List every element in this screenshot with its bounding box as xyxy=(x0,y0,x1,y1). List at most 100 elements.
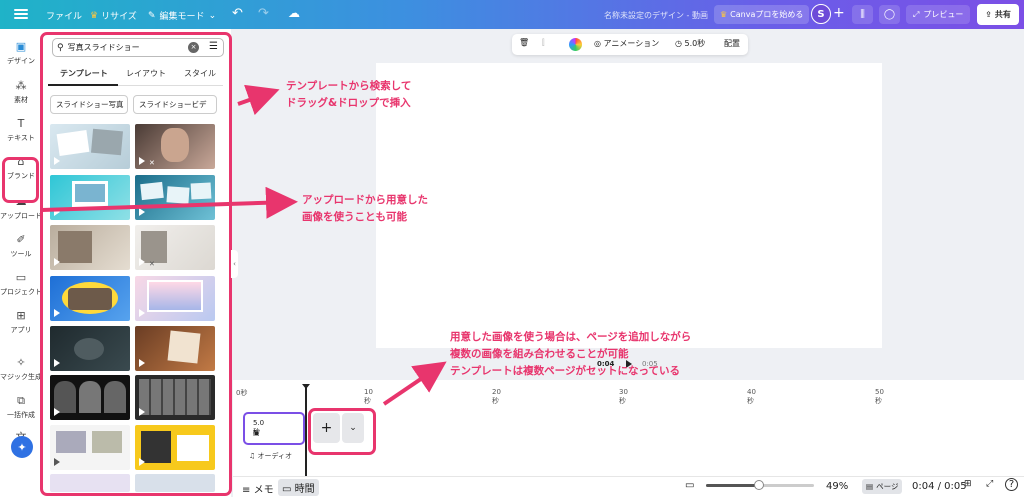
comment-icon[interactable]: ◯ xyxy=(879,5,900,24)
insights-icon[interactable]: ⫼ xyxy=(852,5,873,24)
notes-icon: ≡ xyxy=(242,485,251,496)
annotation-line: ドラッグ&ドロップで挿入 xyxy=(286,97,411,109)
rail-item-apps[interactable]: ⊞ アプリ xyxy=(0,309,42,335)
notes-label: メモ xyxy=(253,485,274,496)
crown-icon: ♛ xyxy=(90,10,99,21)
share-button[interactable]: ⇪ 共有 xyxy=(977,4,1019,25)
edit-mode-button[interactable]: ✎ 編集モード ⌄ xyxy=(148,9,217,23)
rail-item-elements[interactable]: ⁂ 素材 xyxy=(0,79,42,105)
panel-highlight-box xyxy=(40,32,232,496)
annotation-add-page: 用意した画像を使う場合は、ページを追加しながら 複数の画像を組み合わせることが可… xyxy=(450,329,691,380)
apps-icon: ⊞ xyxy=(16,309,26,322)
animation-icon: ◎ xyxy=(594,39,601,48)
notes-button[interactable]: ≡ メモ xyxy=(242,481,274,496)
folder-icon: ▭ xyxy=(15,271,27,284)
design-canvas[interactable] xyxy=(376,63,882,348)
rail-item-magic-media[interactable]: ✧ マジック生成 xyxy=(0,356,42,382)
animation-label: アニメーション xyxy=(603,39,660,48)
zoom-slider-handle[interactable] xyxy=(753,480,764,490)
rail-item-label: テキスト xyxy=(7,134,35,142)
bottom-bar xyxy=(233,476,1024,497)
timer-icon: ▭ xyxy=(282,484,292,495)
upload-highlight-box xyxy=(2,157,39,203)
zoom-level: 49% xyxy=(826,481,849,492)
annotation-line: テンプレートは複数ページがセットになっている xyxy=(450,365,680,377)
document-title[interactable]: 名称未設定のデザイン - 動画 xyxy=(604,10,708,21)
add-collaborator-icon[interactable]: + xyxy=(833,5,845,21)
video-clip[interactable]: ▣ 5.0秒 xyxy=(243,412,305,445)
playhead[interactable] xyxy=(305,385,307,477)
rail-item-projects[interactable]: ▭ プロジェクト xyxy=(0,271,42,297)
split-icon[interactable]: ⫿ xyxy=(542,38,545,48)
undo-icon[interactable]: ↶ xyxy=(232,6,243,21)
file-menu-button[interactable]: ファイル xyxy=(46,9,82,22)
preview-button[interactable]: ⤢ プレビュー xyxy=(906,5,971,24)
text-icon: T xyxy=(17,117,25,130)
bulk-create-icon: ⧉ xyxy=(17,394,25,407)
annotation-line: 用意した画像を使う場合は、ページを追加しながら xyxy=(450,331,692,343)
arrow-to-panel xyxy=(237,84,280,116)
rail-item-label: 一括作成 xyxy=(7,411,35,419)
duration-label: 5.0秒 xyxy=(684,39,706,48)
expand-icon: ⤢ xyxy=(913,9,920,19)
top-toolbar: ファイル ♛ リサイズ ✎ 編集モード ⌄ ↶ ↷ ☁ 名称未設定のデザイン -… xyxy=(0,0,1024,29)
rail-item-bulk-create[interactable]: ⧉ 一括作成 xyxy=(0,394,42,420)
resize-button[interactable]: ♛ リサイズ xyxy=(90,9,137,23)
rail-item-label: プロジェクト xyxy=(0,288,42,296)
ruler-label: 0秒 xyxy=(236,389,248,397)
clip-duration-label: 5.0秒 xyxy=(253,419,265,436)
trash-icon[interactable]: 🗑 xyxy=(519,38,529,47)
duration-button[interactable]: ◷ 5.0秒 xyxy=(675,38,705,49)
share-icon: ⇪ xyxy=(985,10,992,19)
pages-icon: ▤ xyxy=(866,482,874,491)
ruler-label: 20秒 xyxy=(492,388,501,405)
elements-icon: ⁂ xyxy=(15,79,27,92)
pencil-icon: ✎ xyxy=(148,10,156,21)
rail-item-draw[interactable]: ✐ ツール xyxy=(0,233,42,259)
crown-icon: ♛ xyxy=(720,10,728,19)
add-page-highlight-box xyxy=(308,408,376,455)
annotation-line: 画像を使うことも可能 xyxy=(302,211,407,223)
ruler-label: 40秒 xyxy=(747,388,756,405)
redo-icon[interactable]: ↷ xyxy=(258,6,269,21)
pages-button[interactable]: ▤ ページ xyxy=(862,479,903,494)
sparkle-icon: ✦ xyxy=(17,440,27,454)
design-icon: ▣ xyxy=(15,40,27,53)
ruler-label: 10秒 xyxy=(364,388,373,405)
rail-item-design[interactable]: ▣ デザイン xyxy=(0,40,42,66)
clock-icon: ◷ xyxy=(675,39,682,48)
zoom-slider-fill xyxy=(706,484,759,487)
music-icon: ♫ xyxy=(249,452,256,460)
audio-track[interactable]: ♫ オーディオ xyxy=(249,451,292,461)
grid-view-icon[interactable]: ⊞ xyxy=(964,479,972,489)
draw-icon: ✐ xyxy=(16,233,26,246)
ruler-label: 50秒 xyxy=(875,388,884,405)
resize-label: リサイズ xyxy=(101,12,137,22)
chevron-down-icon: ⌄ xyxy=(208,10,217,21)
color-wheel-icon[interactable] xyxy=(569,38,582,51)
menu-icon[interactable] xyxy=(14,7,28,21)
audio-label: オーディオ xyxy=(257,452,293,460)
fullscreen-icon[interactable]: ⤢ xyxy=(986,479,993,489)
playhead-handle[interactable] xyxy=(302,384,310,389)
pages-label: ページ xyxy=(876,482,899,491)
presenter-icon[interactable]: ▭ xyxy=(685,480,694,491)
rail-item-label: ツール xyxy=(10,250,32,258)
rail-item-text[interactable]: T テキスト xyxy=(0,117,42,143)
cloud-save-icon[interactable]: ☁ xyxy=(288,6,300,20)
canva-pro-label: Canvaプロを始める xyxy=(730,10,804,19)
help-button[interactable]: ? xyxy=(1005,478,1018,491)
annotation-templates: テンプレートから検索して ドラッグ&ドロップで挿入 xyxy=(286,78,411,112)
collapse-panel-icon[interactable]: ‹ xyxy=(231,250,238,278)
time-readout: 0:04 / 0:05 xyxy=(912,481,967,492)
annotation-line: テンプレートから検索して xyxy=(286,80,412,92)
annotation-line: アップロードから用意した xyxy=(302,194,428,206)
animation-button[interactable]: ◎ アニメーション xyxy=(594,38,659,49)
preview-label: プレビュー xyxy=(923,10,964,19)
magic-assistant-button[interactable]: ✦ xyxy=(11,436,33,458)
position-button[interactable]: 配置 xyxy=(724,38,740,49)
timer-button[interactable]: ▭ 時間 xyxy=(278,479,319,496)
avatar[interactable]: S xyxy=(811,4,831,24)
canva-pro-button[interactable]: ♛ Canvaプロを始める xyxy=(714,5,810,24)
share-label: 共有 xyxy=(994,10,1011,19)
